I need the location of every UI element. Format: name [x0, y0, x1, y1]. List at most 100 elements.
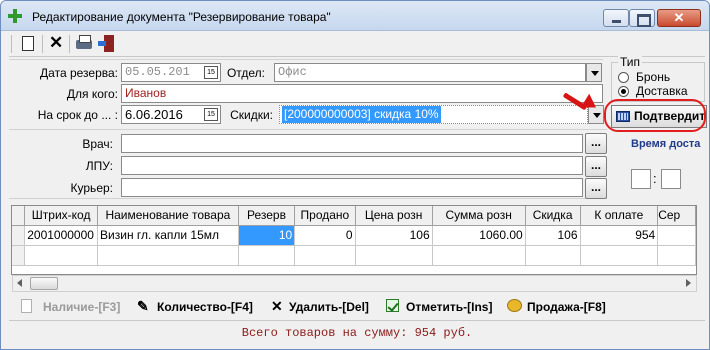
print-button[interactable] — [73, 34, 95, 54]
column-header[interactable]: Продано — [294, 206, 356, 226]
discounts-selected-value: [200000000003] скидка 10% — [282, 106, 441, 123]
toolbar-separator — [42, 35, 43, 53]
time-colon: : — [653, 171, 657, 186]
column-header[interactable]: Скидка — [525, 206, 581, 226]
empty-cell[interactable] — [97, 245, 239, 266]
goods-grid[interactable]: Штрих-код Наименование товара Резерв Про… — [11, 205, 697, 275]
new-document-button[interactable] — [17, 34, 39, 54]
delivery-time-label: Время доста — [631, 138, 701, 150]
scroll-right-icon[interactable] — [681, 276, 696, 291]
cell-series[interactable] — [657, 225, 696, 246]
delete-button[interactable]: ✕ — [45, 34, 67, 54]
window-title: Редактирование документа "Резервирование… — [32, 10, 331, 24]
close-icon: ✕ — [673, 10, 685, 25]
lpu-lookup-button[interactable]: ... — [585, 156, 607, 177]
empty-cell[interactable] — [24, 245, 99, 266]
discounts-field[interactable]: [200000000003] скидка 10% — [279, 105, 588, 124]
reserve-date-label: Дата резерва: — [40, 66, 118, 80]
calendar-icon[interactable]: 15 — [204, 66, 218, 79]
for-whom-field[interactable]: Иванов — [121, 84, 603, 103]
column-header[interactable]: Сер — [657, 206, 696, 226]
cell-discount[interactable]: 106 — [525, 225, 581, 246]
doctor-label: Врач: — [82, 137, 113, 151]
radio-delivery[interactable] — [618, 86, 629, 97]
radio-delivery-label: Доставка — [636, 84, 688, 98]
row-indicator-header — [12, 206, 26, 226]
empty-cell[interactable] — [355, 245, 433, 266]
empty-cell[interactable] — [657, 245, 696, 266]
courier-lookup-button[interactable]: ... — [585, 178, 607, 199]
mark-label: Отметить-[Ins] — [406, 300, 493, 314]
empty-cell[interactable] — [580, 245, 659, 266]
empty-cell[interactable] — [294, 245, 356, 266]
lpu-label: ЛПУ: — [85, 159, 113, 173]
toolbar: ✕ — [9, 32, 705, 57]
title-bar: Редактирование документа "Резервирование… — [1, 1, 709, 31]
empty-cell[interactable] — [238, 245, 296, 266]
cell-sold[interactable]: 0 — [294, 225, 356, 246]
sale-label: Продажа-[F8] — [527, 300, 606, 314]
grid-horizontal-scrollbar[interactable] — [12, 275, 697, 292]
column-header[interactable]: Штрих-код — [24, 206, 99, 226]
annotation-highlight-ring — [604, 99, 706, 132]
document-edit-window: Редактирование документа "Резервирование… — [0, 0, 710, 350]
courier-label: Курьер: — [70, 181, 113, 195]
sale-icon — [507, 299, 522, 312]
cell-barcode[interactable]: 2001000000 — [24, 225, 99, 246]
doctor-lookup-button[interactable]: ... — [585, 133, 607, 154]
doctor-field[interactable] — [121, 134, 583, 153]
courier-field[interactable] — [121, 178, 583, 197]
tools-icon: ✎ — [137, 298, 149, 314]
type-group-title: Тип — [618, 55, 643, 69]
quantity-label: Количество-[F4] — [157, 300, 253, 314]
row-indicator — [12, 225, 26, 246]
printer-icon — [76, 35, 92, 49]
cell-retail-sum[interactable]: 1060.00 — [432, 225, 526, 246]
lpu-field[interactable] — [121, 156, 583, 175]
column-header[interactable]: Цена розн — [355, 206, 433, 226]
exit-button[interactable] — [97, 34, 119, 54]
discounts-label: Скидки: — [230, 108, 273, 122]
cell-to-pay[interactable]: 954 — [580, 225, 659, 246]
row-indicator — [12, 245, 26, 266]
radio-reserve-label: Бронь — [636, 70, 671, 84]
delete-label: Удалить-[Del] — [289, 300, 369, 314]
cell-reserve[interactable]: 10 — [238, 225, 296, 246]
grid-header-row: Штрих-код Наименование товара Резерв Про… — [12, 206, 696, 226]
term-label: На срок до ... : — [37, 108, 118, 122]
maximize-button[interactable] — [629, 9, 655, 27]
scroll-left-icon[interactable] — [13, 276, 28, 291]
close-button[interactable]: ✕ — [657, 9, 701, 27]
x-icon: ✕ — [49, 33, 64, 52]
column-header[interactable]: Наименование товара — [97, 206, 239, 226]
table-row[interactable] — [12, 245, 696, 266]
delivery-time-minutes[interactable] — [661, 169, 681, 189]
column-header[interactable]: К оплате — [580, 206, 659, 226]
total-sum-status: Всего товаров на сумму: 954 руб. — [241, 326, 473, 340]
exit-door-icon — [98, 35, 114, 52]
minimize-button[interactable] — [603, 9, 629, 27]
scroll-thumb[interactable] — [30, 277, 58, 290]
department-dropdown-button[interactable] — [586, 63, 602, 82]
checkbox-icon — [386, 299, 399, 312]
new-document-icon — [22, 36, 34, 51]
availability-label: Наличие-[F3] — [43, 300, 121, 314]
column-header[interactable]: Резерв — [238, 206, 296, 226]
empty-cell[interactable] — [432, 245, 526, 266]
empty-cell[interactable] — [525, 245, 581, 266]
cell-retail-price[interactable]: 106 — [355, 225, 433, 246]
department-field[interactable]: Офис — [274, 63, 586, 82]
status-bar: Всего товаров на сумму: 954 руб. — [9, 320, 705, 343]
cell-product-name[interactable]: Визин гл. капли 15мл — [97, 225, 239, 246]
column-header[interactable]: Сумма розн — [432, 206, 526, 226]
pharmacy-cross-icon — [8, 9, 22, 23]
document-icon — [21, 299, 32, 313]
calendar-icon[interactable]: 15 — [204, 108, 218, 121]
department-label: Отдел: — [226, 66, 265, 80]
x-icon: ✕ — [271, 298, 283, 314]
table-row[interactable]: 2001000000 Визин гл. капли 15мл 10 0 106… — [12, 225, 696, 246]
radio-reserve[interactable] — [618, 72, 629, 83]
delivery-time-hours[interactable] — [631, 169, 651, 189]
toolbar-separator — [11, 35, 12, 53]
for-whom-label: Для кого: — [66, 87, 118, 101]
